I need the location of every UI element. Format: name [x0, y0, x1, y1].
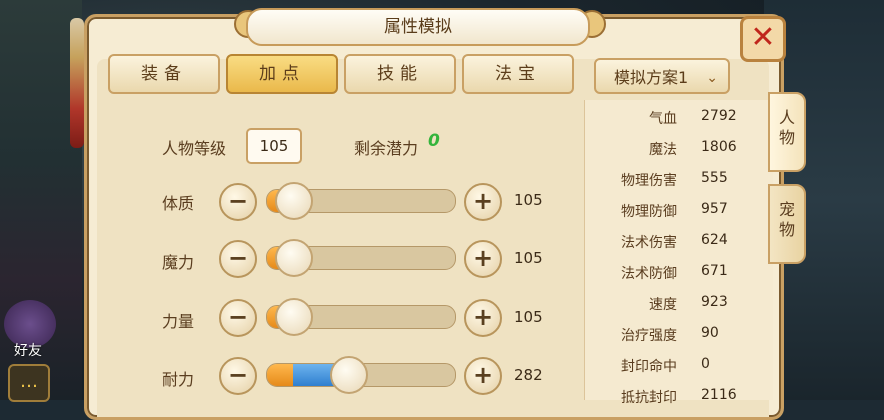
stat-value: 624 [701, 232, 728, 248]
attribute-label: 魔力 [162, 253, 195, 272]
attribute-value: 105 [514, 308, 543, 326]
remaining-points-value: 0 [428, 131, 440, 151]
plus-button[interactable]: + [464, 357, 502, 395]
level-value: 105 [246, 128, 302, 164]
tab-treasure[interactable]: 法宝 [462, 54, 574, 94]
side-tab-label: 人物 [778, 108, 795, 147]
stat-name: 物理防御 [621, 204, 677, 220]
window-title: 属性模拟 [246, 8, 590, 46]
tab-skills[interactable]: 技能 [344, 54, 456, 94]
level-label: 人物等级 [162, 139, 227, 158]
attribute-value: 105 [514, 249, 543, 267]
attribute-label: 体质 [162, 194, 195, 213]
tab-add-points[interactable]: 加点 [226, 54, 338, 94]
plus-button[interactable]: + [464, 240, 502, 278]
stat-name: 治疗强度 [621, 328, 677, 344]
stat-value: 1806 [701, 139, 737, 155]
side-tab-character[interactable]: 人物 [768, 92, 806, 172]
scheme-label: 模拟方案1 [614, 68, 689, 87]
attribute-value: 105 [514, 191, 543, 209]
stat-value: 2792 [701, 108, 737, 124]
stat-name: 抵抗封印 [621, 390, 677, 406]
close-button[interactable]: ✕ [740, 16, 786, 62]
remaining-points-label: 剩余潜力 [354, 139, 419, 158]
stat-value: 555 [701, 170, 728, 186]
stat-value: 0 [701, 356, 710, 372]
stat-name: 气血 [649, 111, 677, 127]
stat-value: 923 [701, 294, 728, 310]
slider-fill [267, 364, 294, 386]
stat-name: 封印命中 [621, 359, 677, 375]
tab-equipment[interactable]: 装备 [108, 54, 220, 94]
attribute-value: 282 [514, 366, 543, 384]
stat-value: 957 [701, 201, 728, 217]
attribute-label: 力量 [162, 312, 195, 331]
stats-panel: 气血 2792 魔法 1806 物理伤害 555 物理防御 957 法术伤害 624 法术… [584, 100, 773, 406]
side-tab-pet[interactable]: 宠物 [768, 184, 806, 264]
stat-value: 671 [701, 263, 728, 279]
side-tab-label: 宠物 [778, 200, 795, 239]
chat-icon[interactable]: … [8, 364, 50, 402]
attribute-label: 耐力 [162, 370, 195, 389]
decorative-tassel [70, 18, 84, 148]
minus-button[interactable]: − [219, 240, 257, 278]
stat-name: 法术伤害 [621, 235, 677, 251]
chevron-down-icon: ⌄ [706, 70, 718, 86]
scheme-dropdown[interactable]: 模拟方案1 ⌄ [594, 58, 730, 94]
stat-name: 魔法 [649, 142, 677, 158]
stat-value: 2116 [701, 387, 737, 403]
plus-button[interactable]: + [464, 183, 502, 221]
stat-name: 法术防御 [621, 266, 677, 282]
minus-button[interactable]: − [219, 357, 257, 395]
minus-button[interactable]: − [219, 299, 257, 337]
stat-name: 物理伤害 [621, 173, 677, 189]
slider-knob[interactable] [329, 356, 368, 394]
plus-button[interactable]: + [464, 299, 502, 337]
minus-button[interactable]: − [219, 183, 257, 221]
friend-label: 好友 [14, 343, 42, 359]
stat-name: 速度 [649, 297, 677, 313]
stat-value: 90 [701, 325, 719, 341]
